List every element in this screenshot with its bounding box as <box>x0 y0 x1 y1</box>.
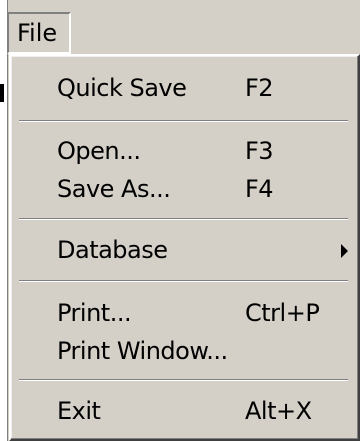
menu-item-shortcut: F4 <box>245 175 274 203</box>
menu-separator <box>19 379 348 381</box>
menu-item-label: Open... <box>57 137 141 165</box>
menu-item-label: Save As... <box>57 175 171 203</box>
chevron-right-icon <box>341 244 348 258</box>
app-screen: File Quick Save F2 Open... F3 Save As...… <box>0 0 360 441</box>
menu-item-print-window[interactable]: Print Window... <box>19 331 350 371</box>
menu-item-save-as[interactable]: Save As... F4 <box>19 169 350 209</box>
menu-item-shortcut: F2 <box>245 74 274 102</box>
menu-item-label: Exit <box>57 397 101 425</box>
menu-item-label: Print... <box>57 299 132 327</box>
background-window-edge <box>0 0 8 441</box>
menu-item-database[interactable]: Database <box>19 230 350 270</box>
menu-separator <box>19 280 348 282</box>
menu-item-exit[interactable]: Exit Alt+X <box>19 391 350 431</box>
menu-separator <box>19 218 348 220</box>
menubar-file[interactable]: File <box>7 12 71 54</box>
menu-item-label: Database <box>57 236 168 264</box>
menu-item-print[interactable]: Print... Ctrl+P <box>19 293 350 333</box>
menubar-file-label: File <box>17 19 58 47</box>
background-window-marker <box>0 84 4 102</box>
file-menu-dropdown: Quick Save F2 Open... F3 Save As... F4 D… <box>9 54 360 441</box>
menu-item-label: Quick Save <box>57 74 187 102</box>
menu-item-shortcut: Alt+X <box>245 397 312 425</box>
menu-item-shortcut: Ctrl+P <box>245 299 320 327</box>
menu-item-quick-save[interactable]: Quick Save F2 <box>19 68 350 108</box>
menu-item-label: Print Window... <box>57 337 228 365</box>
menu-item-shortcut: F3 <box>245 137 274 165</box>
menu-separator <box>19 120 348 122</box>
menu-item-open[interactable]: Open... F3 <box>19 131 350 171</box>
